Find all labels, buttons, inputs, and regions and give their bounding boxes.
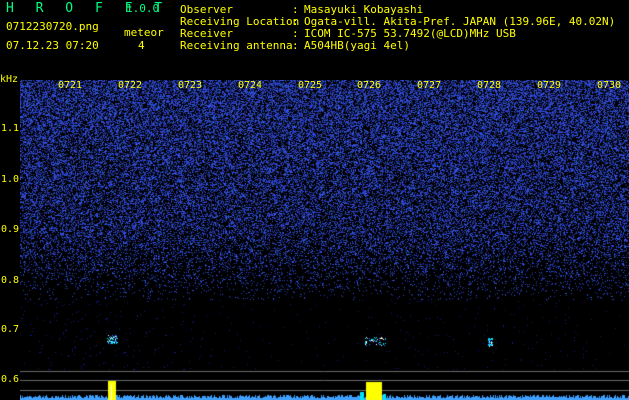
y-tick-label: 1.0 [1, 174, 20, 185]
x-tick-label: 0726 [357, 80, 382, 91]
info-separator: : [292, 39, 299, 52]
y-tick-label: 1.1 [1, 123, 20, 134]
info-value-antenna: A504HB(yagi 4el) [304, 39, 410, 52]
y-axis-unit: kHz [0, 74, 19, 85]
x-tick-label: 0725 [298, 80, 323, 91]
meteor-count: 4 [138, 39, 145, 52]
x-tick-label: 0723 [178, 80, 203, 91]
filename-label: 0712230720.png [6, 20, 99, 33]
y-tick-label: 0.6 [1, 374, 20, 385]
y-tick-label: 0.9 [1, 224, 20, 235]
info-key-antenna: Receiving antenna [180, 39, 293, 52]
x-tick-label: 0729 [537, 80, 562, 91]
y-tick-label: 0.7 [1, 324, 20, 335]
datetime-label: 07.12.23 07:20 [6, 39, 99, 52]
app-version: 1.0.0 [126, 2, 160, 15]
spectrogram-canvas [20, 80, 629, 400]
header-panel: H R O F F T 1.0.0 0712230720.png meteor … [0, 0, 629, 78]
x-tick-label: 0730 [597, 80, 622, 91]
x-tick-label: 0721 [58, 80, 83, 91]
x-tick-label: 0724 [238, 80, 263, 91]
x-tick-label: 0727 [417, 80, 442, 91]
x-tick-label: 0722 [118, 80, 143, 91]
x-tick-label: 0728 [477, 80, 502, 91]
y-tick-label: 0.8 [1, 275, 20, 286]
meteor-label: meteor [124, 26, 164, 39]
